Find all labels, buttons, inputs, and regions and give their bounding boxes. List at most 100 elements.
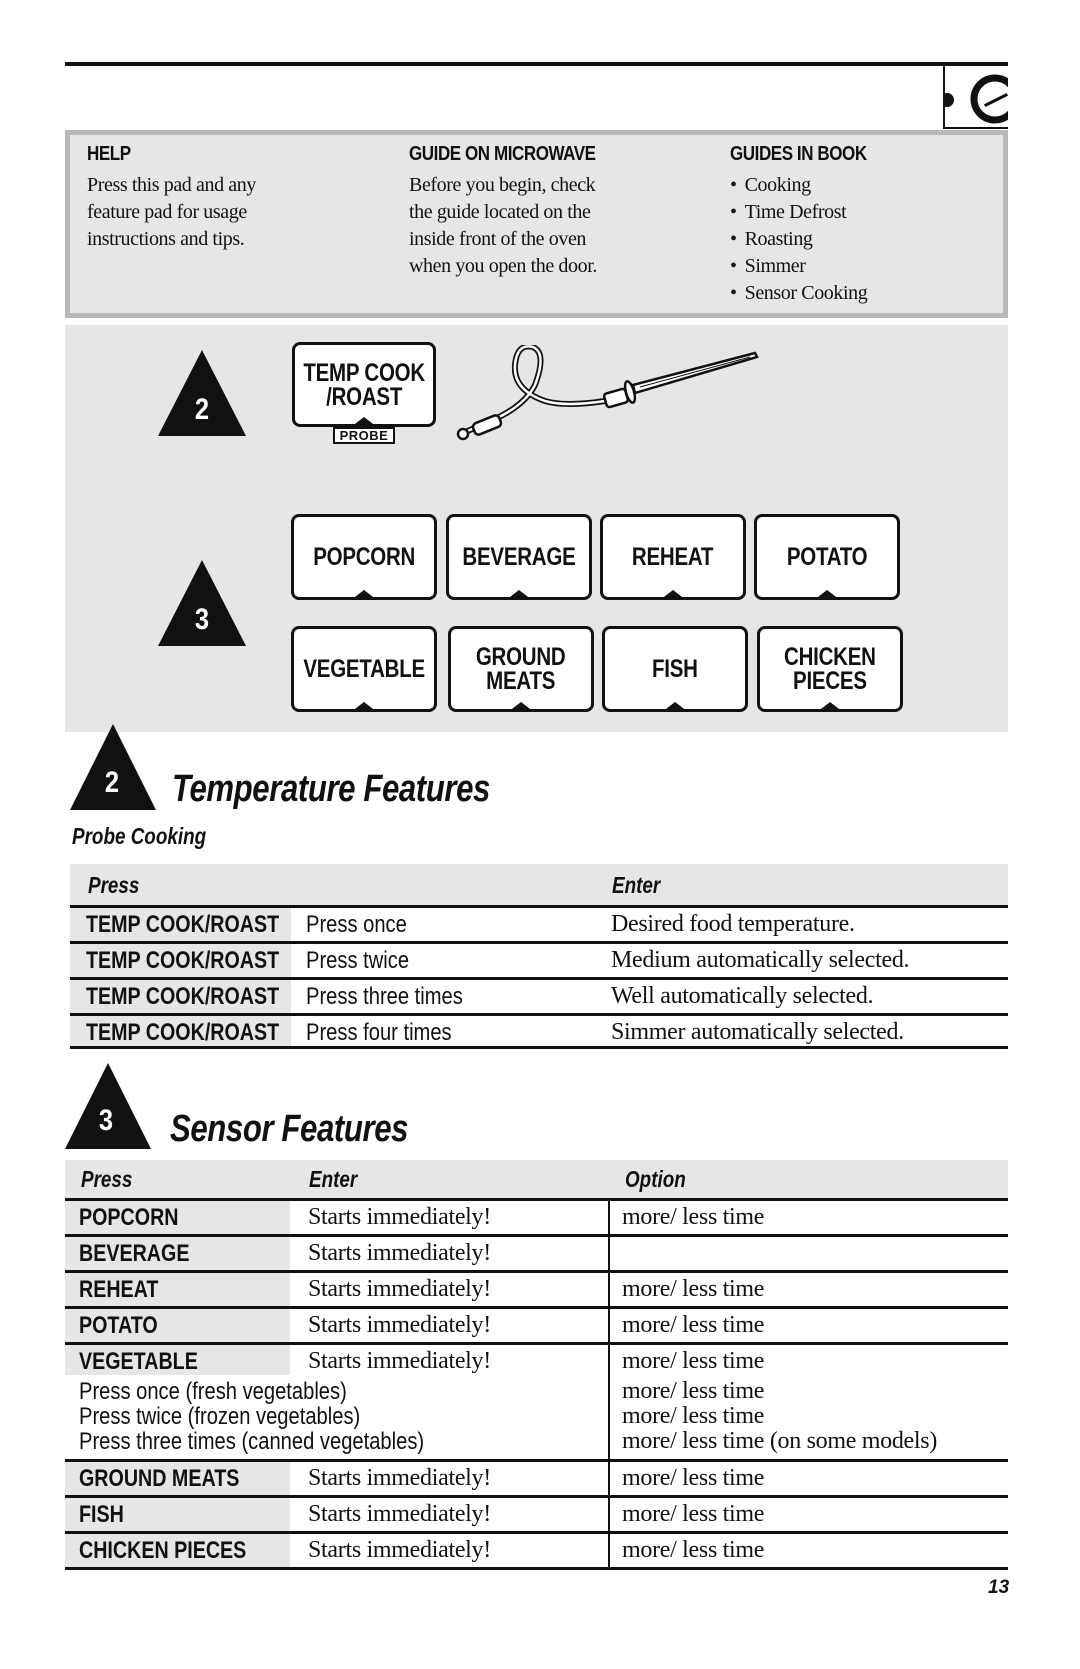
info-box: HELP Press this pad and any feature pad … xyxy=(65,130,1008,318)
sensor-table-header: Press Enter Option xyxy=(65,1160,1008,1199)
row-option: more/ less time xyxy=(622,1501,765,1527)
vegetable-sub-text: Press twice (frozen vegetables) xyxy=(79,1403,361,1430)
guides-in-book-list: Cooking Time Defrost Roasting Simmer Sen… xyxy=(730,172,891,307)
step-3-number: 3 xyxy=(194,603,210,636)
pad-indicator-icon xyxy=(814,590,840,600)
section-3-number: 3 xyxy=(98,1104,114,1137)
row-enter: Medium automatically selected. xyxy=(611,947,910,973)
list-item: Cooking xyxy=(730,172,891,199)
row-enter: Starts immediately! xyxy=(308,1204,491,1230)
row-enter: Desired food temperature. xyxy=(611,911,855,937)
column-divider xyxy=(608,1198,610,1570)
ground-meats-pad[interactable]: GROUND MEATS xyxy=(448,626,594,712)
row-key: POTATO xyxy=(79,1312,158,1339)
popcorn-pad[interactable]: POPCORN xyxy=(291,514,437,600)
table-row: GROUND MEATS Starts immediately! more/ l… xyxy=(65,1459,1008,1496)
row-option: more/ less time xyxy=(622,1312,765,1338)
guides-in-book-title: GUIDES IN BOOK xyxy=(730,143,867,165)
row-key: TEMP COOK/ROAST xyxy=(86,1019,280,1046)
list-item: Roasting xyxy=(730,226,891,253)
header-enter: Enter xyxy=(612,872,661,898)
row-key: TEMP COOK/ROAST xyxy=(86,947,280,974)
probe-label: PROBE xyxy=(333,427,395,444)
reheat-pad[interactable]: REHEAT xyxy=(600,514,746,600)
table-row: TEMP COOK/ROAST Press three times Well a… xyxy=(70,977,1008,1013)
row-enter: Simmer automatically selected. xyxy=(611,1019,904,1045)
page-number: 13 xyxy=(988,1577,1010,1598)
header-option: Option xyxy=(625,1166,686,1192)
help-column: HELP Press this pad and any feature pad … xyxy=(87,143,256,253)
guide-on-microwave-column: GUIDE ON MICROWAVE Before you begin, che… xyxy=(409,143,629,280)
row-key: POPCORN xyxy=(79,1204,179,1231)
row-key: VEGETABLE xyxy=(79,1348,198,1375)
help-text: Press this pad and any feature pad for u… xyxy=(87,174,256,250)
header-press: Press xyxy=(81,1166,133,1192)
chicken-pieces-pad[interactable]: CHICKEN PIECES xyxy=(757,626,903,712)
temp-cook-roast-pad[interactable]: TEMP COOK /ROAST xyxy=(292,342,436,427)
probe-table-header: Press Enter xyxy=(70,864,1008,906)
row-action: Press three times xyxy=(306,983,463,1010)
row-option: more/ less time xyxy=(622,1465,765,1491)
table-row: TEMP COOK/ROAST Press once Desired food … xyxy=(70,905,1008,941)
vegetable-sub-text: Press once (fresh vegetables) xyxy=(79,1378,347,1405)
pad-indicator-icon xyxy=(351,590,377,600)
row-enter: Starts immediately! xyxy=(308,1240,491,1266)
table-row: TEMP COOK/ROAST Press twice Medium autom… xyxy=(70,941,1008,977)
row-key: FISH xyxy=(79,1501,124,1528)
temperature-features-title: Temperature Features xyxy=(172,768,490,810)
vegetable-pad[interactable]: VEGETABLE xyxy=(291,626,437,712)
fish-pad[interactable]: FISH xyxy=(602,626,748,712)
probe-cooking-subtitle: Probe Cooking xyxy=(72,823,207,849)
row-key: GROUND MEATS xyxy=(79,1465,240,1492)
table-row: POPCORN Starts immediately! more/ less t… xyxy=(65,1198,1008,1235)
header-enter: Enter xyxy=(309,1166,358,1192)
table-row: TEMP COOK/ROAST Press four times Simmer … xyxy=(70,1013,1008,1049)
pad-indicator-icon xyxy=(351,417,377,427)
row-key: CHICKEN PIECES xyxy=(79,1537,247,1564)
list-item: Simmer xyxy=(730,253,891,280)
row-option: more/ less time xyxy=(622,1276,765,1302)
table-row: REHEAT Starts immediately! more/ less ti… xyxy=(65,1270,1008,1307)
table-row-vegetable: VEGETABLE Starts immediately! more/ less… xyxy=(65,1342,1008,1461)
row-key: REHEAT xyxy=(79,1276,159,1303)
guides-in-book-column: GUIDES IN BOOK Cooking Time Defrost Roas… xyxy=(730,143,891,307)
pad-indicator-icon xyxy=(508,702,534,712)
guide-on-microwave-text: Before you begin, check the guide locate… xyxy=(409,174,597,277)
pad-indicator-icon xyxy=(817,702,843,712)
table-row: POTATO Starts immediately! more/ less ti… xyxy=(65,1306,1008,1343)
table-row: CHICKEN PIECES Starts immediately! more/… xyxy=(65,1531,1008,1570)
pad-indicator-icon xyxy=(506,590,532,600)
sensor-features-title: Sensor Features xyxy=(170,1108,409,1150)
list-item: Time Defrost xyxy=(730,199,891,226)
table-row: FISH Starts immediately! more/ less time xyxy=(65,1495,1008,1532)
row-key: TEMP COOK/ROAST xyxy=(86,911,280,938)
header-press: Press xyxy=(88,872,140,898)
pad-indicator-icon xyxy=(662,702,688,712)
microwave-dial-icon xyxy=(940,66,1020,129)
row-option: more/ less time xyxy=(622,1348,765,1374)
row-option: more/ less time xyxy=(622,1204,765,1230)
help-title: HELP xyxy=(87,143,131,165)
vegetable-sub-option: more/ less time (on some models) xyxy=(622,1428,938,1454)
step-2-number: 2 xyxy=(194,393,210,426)
section-tab xyxy=(940,66,1020,129)
table-row: BEVERAGE Starts immediately! xyxy=(65,1234,1008,1271)
vegetable-sub-text: Press three times (canned vegetables) xyxy=(79,1428,425,1455)
row-action: Press twice xyxy=(306,947,410,974)
row-enter: Well automatically selected. xyxy=(611,983,874,1009)
list-item: Sensor Cooking xyxy=(730,280,891,307)
row-enter: Starts immediately! xyxy=(308,1276,491,1302)
row-key: BEVERAGE xyxy=(79,1240,190,1267)
beverage-pad[interactable]: BEVERAGE xyxy=(446,514,592,600)
vegetable-sub-option: more/ less time xyxy=(622,1403,765,1429)
row-key: TEMP COOK/ROAST xyxy=(86,983,280,1010)
guide-on-microwave-title: GUIDE ON MICROWAVE xyxy=(409,143,596,165)
row-option: more/ less time xyxy=(622,1537,765,1563)
section-2-number: 2 xyxy=(104,766,120,799)
potato-pad[interactable]: POTATO xyxy=(754,514,900,600)
row-enter: Starts immediately! xyxy=(308,1501,491,1527)
row-enter: Starts immediately! xyxy=(308,1348,491,1374)
top-rule xyxy=(65,62,1008,66)
pad-indicator-icon xyxy=(660,590,686,600)
row-enter: Starts immediately! xyxy=(308,1312,491,1338)
